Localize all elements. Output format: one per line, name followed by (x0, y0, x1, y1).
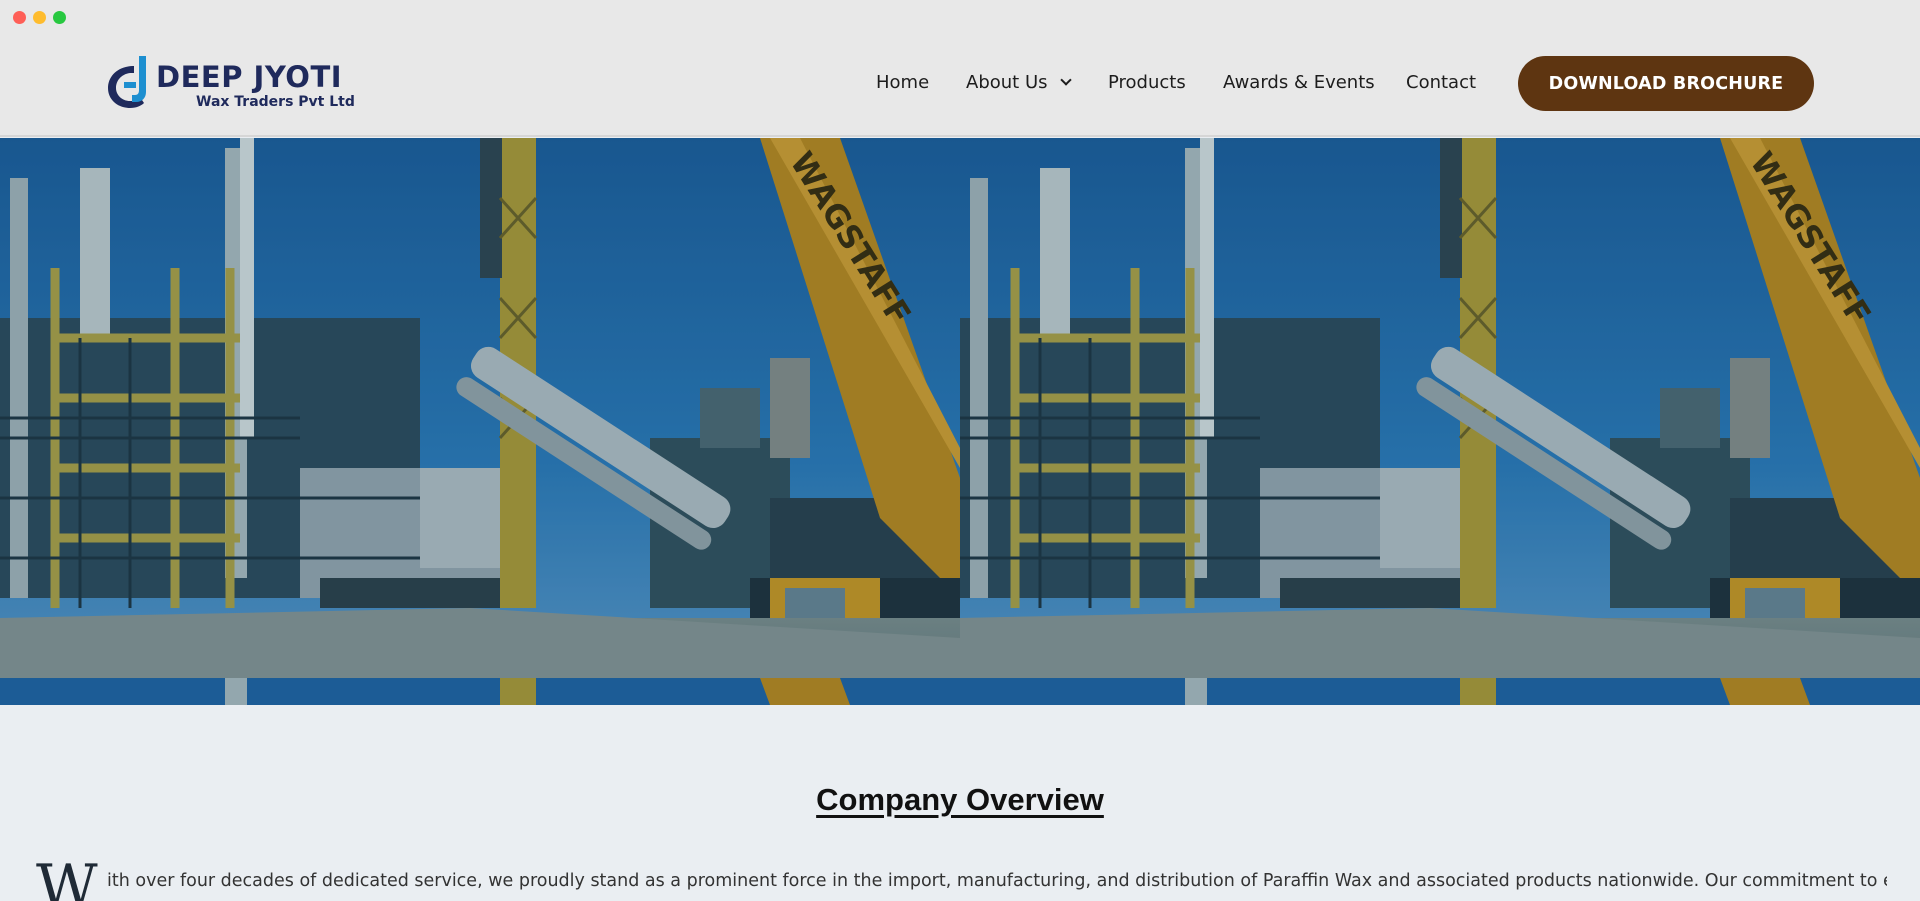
brand-name: DEEP JYOTI (156, 60, 343, 94)
nav-home[interactable]: Home (876, 72, 929, 93)
overview-paragraph: ith over four decades of dedicated servi… (107, 865, 1887, 897)
zoom-window-button[interactable] (53, 11, 66, 24)
close-window-button[interactable] (13, 11, 26, 24)
chevron-down-icon (1059, 74, 1072, 86)
hero-banner: WAGSTAFF WAGSTAFF (0, 138, 1920, 705)
nav-awards-events[interactable]: Awards & Events (1223, 72, 1375, 93)
overview-title: Company Overview (816, 782, 1104, 817)
refinery-scene: WAGSTAFF (0, 138, 960, 678)
drop-cap-letter: W (36, 852, 98, 901)
minimize-window-button[interactable] (33, 11, 46, 24)
site-logo[interactable]: DEEP JYOTI Wax Traders Pvt Ltd (106, 52, 356, 114)
window-titlebar (0, 0, 1920, 34)
refinery-scene-repeat: WAGSTAFF (960, 138, 1920, 678)
hero-strip-left (0, 678, 960, 705)
hero-image: WAGSTAFF (0, 138, 960, 678)
overview-line-1: ith over four decades of dedicated servi… (107, 871, 1887, 891)
hero-image-strip (0, 678, 960, 705)
hero-strip-right (960, 678, 1920, 705)
nav-contact[interactable]: Contact (1406, 72, 1476, 93)
site-header: DEEP JYOTI Wax Traders Pvt Ltd Home Abou… (0, 34, 1920, 137)
hero-image-repeat: WAGSTAFF (960, 138, 1920, 678)
hero-image-strip-repeat (960, 678, 1920, 705)
brand-subtitle: Wax Traders Pvt Ltd (196, 94, 355, 110)
nav-products[interactable]: Products (1108, 72, 1186, 93)
download-brochure-button[interactable]: DOWNLOAD BROCHURE (1518, 56, 1814, 111)
company-overview-section: Company Overview W ith over four decades… (0, 705, 1920, 901)
nav-about-us-label: About Us (966, 72, 1048, 93)
dj-logo-icon (108, 56, 146, 108)
nav-about-us[interactable]: About Us (966, 72, 1072, 93)
